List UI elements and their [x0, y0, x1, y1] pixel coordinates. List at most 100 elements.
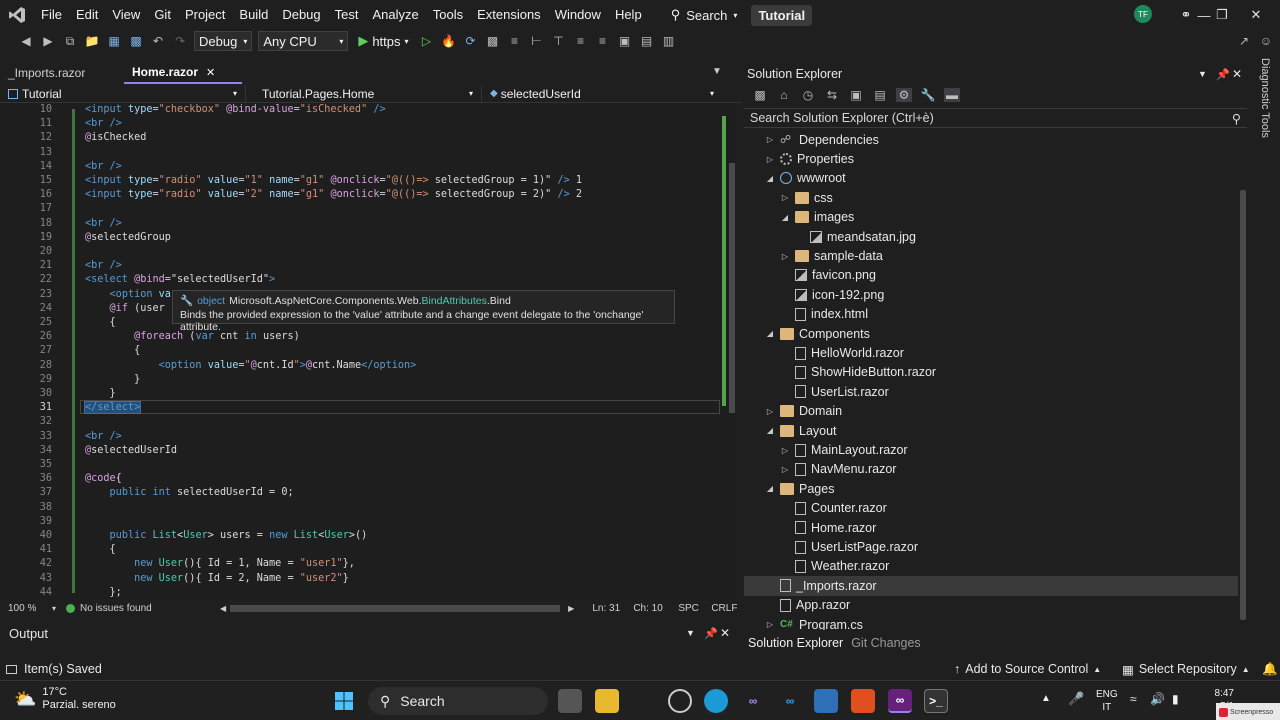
wifi-icon[interactable]: ≈ — [1130, 692, 1137, 706]
show-all-files-icon[interactable]: ▤ — [872, 88, 888, 102]
diagnostic-tools-side-tab[interactable]: Diagnostic Tools — [1255, 58, 1277, 162]
close-button[interactable]: ✕ — [1238, 0, 1274, 30]
tab-overflow-icon[interactable]: ▼ — [712, 66, 722, 77]
tree-item[interactable]: Counter.razor — [744, 499, 1238, 518]
tree-item[interactable]: index.html — [744, 305, 1238, 324]
configuration-dropdown[interactable]: Debug ▾ — [194, 31, 253, 51]
menu-item-project[interactable]: Project — [178, 0, 232, 30]
code-line[interactable]: 12 @isChecked — [0, 131, 720, 145]
run-button[interactable]: ▶ https ▾ — [354, 33, 412, 49]
tree-item[interactable]: ▷ ☍ Dependencies — [744, 130, 1238, 149]
tree-item[interactable]: ◢ images — [744, 208, 1238, 227]
pin-icon[interactable]: 📌 — [704, 627, 718, 640]
expanded-arrow-icon[interactable]: ◢ — [764, 329, 776, 338]
battery-icon[interactable]: ▮ — [1172, 692, 1179, 706]
horizontal-scrollbar[interactable] — [230, 604, 561, 612]
filter-icon[interactable]: ⚙ — [896, 88, 912, 102]
visual-studio-active-icon[interactable]: ∞ — [888, 689, 912, 713]
tree-item[interactable]: ▷ Properties — [744, 149, 1238, 168]
code-line[interactable]: 30 } — [0, 387, 720, 401]
code-line[interactable]: 33 <br /> — [0, 430, 720, 444]
start-menu-icon[interactable] — [332, 689, 356, 713]
visual-studio-app-icon[interactable]: ∞ — [741, 689, 765, 713]
solution-explorer-search-input[interactable]: Search Solution Explorer (Ctrl+è) ⚲ — [744, 108, 1247, 128]
tree-item[interactable]: HelloWorld.razor — [744, 343, 1238, 362]
bookmark-icon[interactable]: ▣ — [617, 34, 633, 48]
whitespace-status[interactable]: SPC — [678, 603, 711, 614]
tree-item[interactable]: Weather.razor — [744, 557, 1238, 576]
menu-search-button[interactable]: ⚲ Search ▾ — [665, 7, 744, 23]
project-dropdown[interactable]: Tutorial ▾ — [0, 85, 246, 102]
tree-item[interactable]: favicon.png — [744, 266, 1238, 285]
new-project-icon[interactable]: ⧉ — [62, 34, 78, 49]
menu-item-git[interactable]: Git — [147, 0, 178, 30]
tree-item[interactable]: UserListPage.razor — [744, 537, 1238, 556]
open-folder-icon[interactable]: 📁 — [84, 34, 100, 48]
code-line[interactable]: 14 <br /> — [0, 160, 720, 174]
bookmark-prev-icon[interactable]: ▤ — [639, 34, 655, 48]
terminal-icon[interactable]: >_ — [924, 689, 948, 713]
code-line[interactable]: 13 — [0, 146, 720, 160]
chevron-down-icon[interactable]: ▼ — [1198, 69, 1207, 79]
code-line[interactable]: 27 { — [0, 344, 720, 358]
menu-item-analyze[interactable]: Analyze — [365, 0, 425, 30]
expanded-arrow-icon[interactable]: ◢ — [764, 174, 776, 183]
issues-status[interactable]: No issues found — [80, 603, 220, 614]
tree-item[interactable]: App.razor — [744, 596, 1238, 615]
tab-home-razor[interactable]: Home.razor ✕ — [124, 62, 242, 84]
tree-item[interactable]: ▷ MainLayout.razor — [744, 440, 1238, 459]
tree-item[interactable]: icon-192.png — [744, 285, 1238, 304]
collapsed-arrow-icon[interactable]: ▷ — [779, 252, 791, 261]
sound-icon[interactable]: 🔊 — [1150, 692, 1165, 706]
chevron-down-icon[interactable]: ▼ — [686, 628, 695, 638]
code-line[interactable]: 20 — [0, 245, 720, 259]
code-line[interactable]: 38 — [0, 501, 720, 515]
scroll-left-icon[interactable]: ◀ — [220, 604, 226, 613]
column-status[interactable]: Ch: 10 — [633, 603, 678, 614]
solution-explorer-scroll-thumb[interactable] — [1240, 190, 1246, 620]
brave-browser-icon[interactable] — [851, 689, 875, 713]
save-all-icon[interactable]: ▩ — [128, 34, 144, 48]
menu-item-window[interactable]: Window — [548, 0, 608, 30]
code-line[interactable]: 37 public int selectedUserId = 0; — [0, 486, 720, 500]
collapse-all-icon[interactable]: ▣ — [848, 88, 864, 102]
tree-item[interactable]: ▷ sample-data — [744, 246, 1238, 265]
code-line[interactable]: 11 <br /> — [0, 117, 720, 131]
code-line[interactable]: 35 — [0, 458, 720, 472]
file-explorer-icon[interactable] — [595, 689, 619, 713]
solution-name-badge[interactable]: Tutorial — [751, 4, 813, 26]
tree-item[interactable]: ◢ wwwroot — [744, 169, 1238, 188]
menu-item-tools[interactable]: Tools — [426, 0, 470, 30]
save-icon[interactable]: ▦ — [106, 34, 122, 48]
collapsed-arrow-icon[interactable]: ▷ — [764, 135, 776, 144]
collapsed-arrow-icon[interactable]: ▷ — [764, 620, 776, 629]
language-indicator[interactable]: ENG IT — [1096, 688, 1118, 714]
tab-imports-razor[interactable]: _Imports.razor — [0, 62, 124, 84]
collapsed-arrow-icon[interactable]: ▷ — [779, 465, 791, 474]
editor-scroll-thumb[interactable] — [729, 163, 735, 413]
add-source-control-button[interactable]: ↑ Add to Source Control ▲ — [954, 662, 1101, 676]
search-icon[interactable]: ⚲ — [1232, 111, 1241, 126]
tree-item[interactable]: ▷ NavMenu.razor — [744, 460, 1238, 479]
edge-browser-icon[interactable] — [704, 689, 728, 713]
undo-icon[interactable]: ↶ — [150, 34, 166, 48]
code-line[interactable]: 19 @selectedGroup — [0, 231, 720, 245]
code-line[interactable]: 43 new User(){ Id = 2, Name = "user2"} — [0, 572, 720, 586]
password-manager-icon[interactable] — [668, 689, 692, 713]
properties-wrench-icon[interactable]: 🔧 — [920, 88, 936, 102]
microphone-icon[interactable]: 🎤 — [1068, 691, 1084, 707]
chevron-up-icon[interactable]: ▲ — [1041, 693, 1051, 704]
home-icon[interactable]: ⌂ — [776, 88, 792, 102]
refresh-icon[interactable]: ⟳ — [463, 34, 479, 48]
align-left-icon[interactable]: ⊤ — [551, 34, 567, 48]
zoom-level[interactable]: 100 % — [8, 603, 52, 614]
sync-icon[interactable]: ⇆ — [824, 88, 840, 102]
pin-icon[interactable]: 📌 — [1216, 68, 1230, 81]
share-icon[interactable]: ↗ — [1236, 34, 1252, 48]
code-line[interactable]: 32 — [0, 415, 720, 429]
line-number-status[interactable]: Ln: 31 — [592, 603, 633, 614]
code-line[interactable]: 10 <input type="checkbox" @bind-value="is… — [0, 103, 720, 117]
menu-item-build[interactable]: Build — [232, 0, 275, 30]
back-icon[interactable]: ◀ — [18, 34, 34, 48]
code-line[interactable]: 18 <br /> — [0, 217, 720, 231]
